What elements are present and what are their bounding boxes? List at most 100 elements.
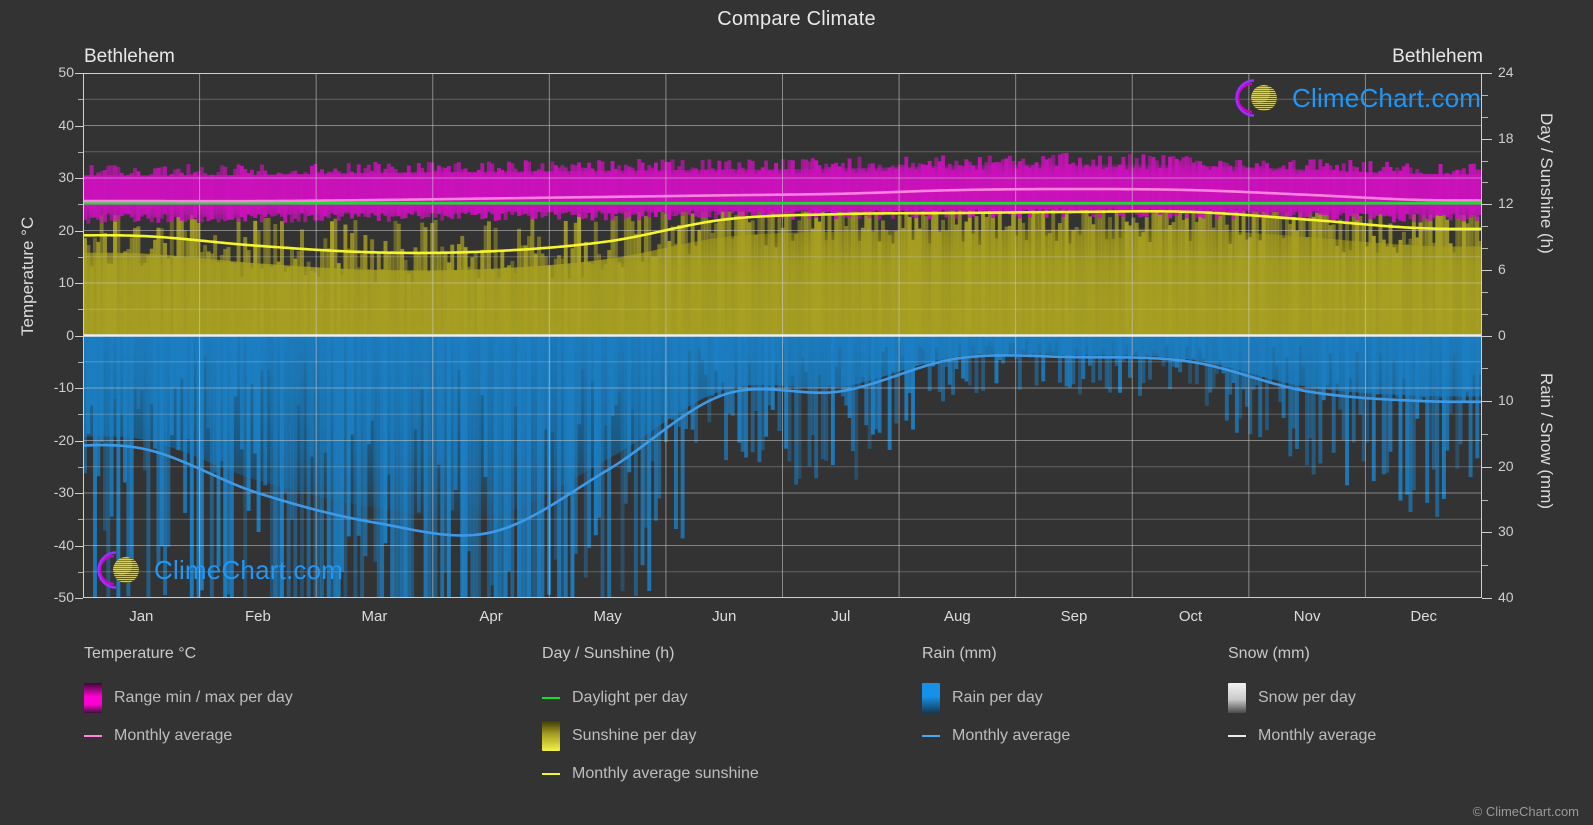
y-tick-left: 20	[58, 221, 74, 238]
plot-frame-top	[83, 73, 1482, 74]
y-tick-left: 30	[58, 169, 74, 185]
x-tick-jan: Jan	[129, 608, 154, 625]
chart-legend: Temperature °C Range min / max per day Mon…	[0, 645, 1593, 815]
y-tick-left: 40	[58, 116, 74, 133]
climate-chart-page: Compare Climate Bethlehem Bethlehem Temp…	[0, 0, 1593, 825]
x-tick-mar: Mar	[361, 608, 388, 625]
y-axis-right-bottom-label: Rain / Snow (mm)	[1537, 373, 1556, 510]
legend-swatch-line	[84, 735, 102, 737]
y-tick-mark-left	[75, 335, 83, 337]
y-minor-tick-right	[1482, 313, 1488, 315]
legend-item-label: Rain per day	[952, 689, 1043, 706]
y-tick-right: 20	[1498, 457, 1514, 474]
y-minor-tick-right	[1482, 116, 1488, 118]
y-tick-mark-left	[75, 493, 83, 494]
watermark-text: ClimeChart.com	[1292, 82, 1482, 113]
watermark-bottom: ClimeChart.com	[92, 550, 343, 590]
y-tick-mark-right	[1482, 335, 1492, 337]
plot-area	[83, 73, 1482, 598]
y-minor-tick-right	[1482, 291, 1488, 293]
plot-frame-bottom	[83, 597, 1482, 598]
y-tick-left: 50	[58, 64, 74, 80]
climechart-logo-icon	[1230, 78, 1286, 118]
legend-swatch-line	[922, 735, 940, 737]
x-tick-feb: Feb	[244, 608, 271, 625]
page-title: Compare Climate	[717, 8, 876, 30]
y-tick-mark-left	[75, 178, 83, 179]
legend-item[interactable]: Range min / max per day	[84, 679, 293, 717]
climechart-logo-icon	[92, 550, 148, 590]
legend-item-label: Monthly average	[114, 727, 233, 744]
y-tick-left: 0	[66, 326, 74, 343]
y-tick-right: 18	[1498, 129, 1514, 146]
y-tick-mark-left	[75, 440, 83, 442]
legend-group-snow-mm: Snow (mm) Snow per day Monthly average	[1228, 645, 1376, 755]
y-tick-mark-right	[1482, 598, 1492, 599]
y-tick-mark-left	[75, 73, 83, 74]
y-tick-left: -30	[53, 484, 74, 500]
y-axis-right-top-label: Day / Sunshine (h)	[1537, 113, 1556, 254]
y-tick-mark-right	[1482, 532, 1492, 534]
y-minor-tick-right	[1482, 248, 1488, 249]
legend-item[interactable]: Sunshine per day	[542, 717, 759, 755]
climechart-logo-icon	[97, 551, 139, 589]
y-tick-left: 10	[58, 274, 74, 290]
plot-frame-right	[1481, 73, 1482, 598]
y-tick-left: -20	[53, 431, 74, 448]
legend-group-day-sunshine-h: Day / Sunshine (h) Daylight per day Sunshi…	[542, 645, 759, 793]
legend-group-title: Day / Sunshine (h)	[542, 645, 675, 662]
climate-plot-svg	[83, 73, 1482, 598]
legend-item-label: Snow per day	[1258, 689, 1356, 706]
y-tick-right: 10	[1498, 392, 1514, 409]
plot-frame-left	[83, 73, 84, 598]
legend-swatch-box	[84, 683, 102, 713]
y-tick-mark-left	[75, 545, 83, 547]
y-tick-right: 24	[1498, 64, 1514, 80]
x-tick-aug: Aug	[944, 608, 971, 625]
y-tick-right: 30	[1498, 523, 1514, 540]
legend-swatch-line	[1228, 735, 1246, 737]
y-tick-mark-left	[75, 388, 83, 389]
x-tick-sep: Sep	[1060, 608, 1088, 625]
legend-item[interactable]: Monthly average	[84, 717, 293, 755]
y-minor-tick-right	[1482, 226, 1488, 228]
location-label-left: Bethlehem	[84, 46, 175, 67]
x-tick-jul: Jul	[831, 608, 851, 625]
legend-item[interactable]: Snow per day	[1228, 679, 1376, 717]
legend-group-title: Rain (mm)	[922, 645, 997, 662]
x-tick-jun: Jun	[712, 608, 737, 625]
y-tick-mark-left	[75, 283, 83, 284]
legend-item-label: Range min / max per day	[114, 689, 293, 706]
y-minor-tick-right	[1482, 160, 1488, 162]
y-minor-tick-right	[1482, 433, 1488, 435]
y-tick-mark-left	[75, 598, 83, 599]
legend-item[interactable]: Monthly average sunshine	[542, 755, 759, 793]
y-tick-mark-right	[1482, 269, 1492, 271]
legend-swatch-box	[922, 683, 940, 713]
y-tick-right: 6	[1498, 260, 1506, 277]
legend-item[interactable]: Monthly average	[1228, 717, 1376, 755]
y-tick-mark-right	[1482, 401, 1492, 403]
climechart-logo-icon	[1235, 79, 1277, 117]
y-tick-mark-right	[1482, 204, 1492, 206]
legend-swatch-line	[542, 773, 560, 775]
legend-group-title: Temperature °C	[84, 645, 197, 662]
y-tick-right: 0	[1498, 326, 1506, 343]
x-tick-may: May	[593, 608, 622, 625]
legend-item[interactable]: Daylight per day	[542, 679, 759, 717]
legend-swatch-box	[542, 721, 560, 751]
y-minor-tick-right	[1482, 565, 1488, 567]
y-tick-mark-right	[1482, 73, 1492, 74]
legend-group-title: Snow (mm)	[1228, 645, 1310, 662]
legend-item-label: Monthly average	[1258, 727, 1377, 744]
x-tick-apr: Apr	[479, 608, 503, 625]
legend-item-label: Monthly average sunshine	[572, 765, 759, 782]
legend-item[interactable]: Rain per day	[922, 679, 1070, 717]
legend-item-label: Sunshine per day	[572, 727, 697, 744]
watermark-text: ClimeChart.com	[154, 554, 344, 585]
x-tick-dec: Dec	[1410, 608, 1438, 625]
y-tick-mark-left	[75, 125, 83, 127]
y-tick-mark-right	[1482, 466, 1492, 468]
y-tick-right: 40	[1498, 589, 1514, 605]
legend-item[interactable]: Monthly average	[922, 717, 1070, 755]
